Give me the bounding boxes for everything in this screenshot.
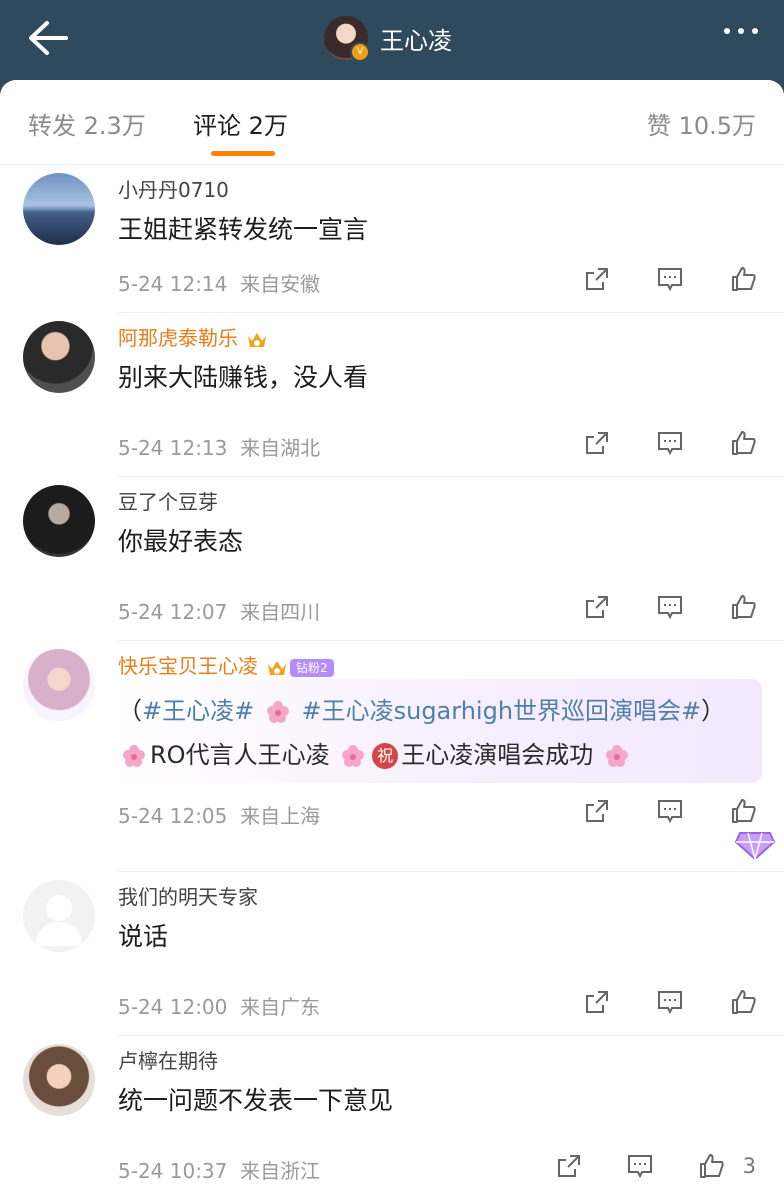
- comment-meta: 5-24 12:07 来自四川: [118, 600, 321, 624]
- gem-icon: [734, 832, 776, 861]
- comment-username[interactable]: 卢檸在期待: [118, 1045, 218, 1074]
- comment-actions: [584, 594, 756, 620]
- hashtag-link[interactable]: #王心凌sugarhigh世界巡回演唱会#: [302, 697, 702, 725]
- comment-text: 统一问题不发表一下意见: [118, 1086, 394, 1115]
- like-icon[interactable]: [730, 266, 756, 292]
- comment-icon[interactable]: [627, 1153, 653, 1179]
- fan-badge: 钻粉2: [290, 658, 334, 677]
- blossom-icon: [123, 745, 145, 767]
- repost-icon[interactable]: [584, 989, 610, 1015]
- like-icon[interactable]: [730, 430, 756, 456]
- avatar[interactable]: V: [324, 16, 370, 62]
- comment-meta: 5-24 12:14 来自安徽: [118, 272, 321, 296]
- repost-icon[interactable]: [584, 266, 610, 292]
- comment-username[interactable]: 阿那虎泰勒乐: [118, 322, 268, 351]
- comment-actions: [584, 430, 756, 456]
- like-icon[interactable]: [730, 798, 756, 824]
- comment-actions: [584, 266, 756, 292]
- repost-icon[interactable]: [584, 594, 610, 620]
- avatar[interactable]: [23, 880, 95, 952]
- avatar[interactable]: [23, 173, 95, 245]
- like-icon[interactable]: [730, 594, 756, 620]
- tab-reposts[interactable]: 转发 2.3万: [28, 106, 146, 141]
- back-arrow-icon[interactable]: [26, 18, 70, 58]
- comment-meta: 5-24 12:13 来自湖北: [118, 436, 321, 460]
- like-icon[interactable]: [730, 989, 756, 1015]
- tab-comments[interactable]: 评论 2万: [193, 106, 288, 141]
- comment-actions: [584, 798, 756, 824]
- hashtag-link[interactable]: #王心凌#: [142, 697, 254, 725]
- comment-panel: 转发 2.3万 评论 2万 赞 10.5万 小丹丹0710 王姐赶紧转发统一宣言…: [0, 80, 784, 1200]
- comment-icon[interactable]: [657, 989, 683, 1015]
- like-count: 3: [742, 1154, 756, 1178]
- comment-actions: [584, 989, 756, 1015]
- active-tab-indicator: [211, 151, 275, 156]
- blossom-icon: [605, 745, 628, 767]
- comment-text: （#王心凌# #王心凌sugarhigh世界巡回演唱会#） RO代言人王心凌 祝…: [118, 697, 726, 769]
- comment-text: 王姐赶紧转发统一宣言: [118, 215, 369, 244]
- comment-icon[interactable]: [657, 798, 683, 824]
- repost-icon[interactable]: [584, 798, 610, 824]
- avatar[interactable]: [23, 321, 95, 393]
- comment-meta: 5-24 10:37 来自浙江: [118, 1159, 321, 1183]
- top-bar: V 王心凌: [0, 0, 784, 80]
- profile-title[interactable]: V 王心凌: [324, 14, 452, 62]
- comment-item: 我们的明天专家 说话 5-24 12:00 来自广东: [23, 872, 784, 1036]
- repost-icon[interactable]: [556, 1153, 582, 1179]
- comment-actions: 3: [556, 1153, 756, 1179]
- comment-item: 豆了个豆芽 你最好表态 5-24 12:07 来自四川: [23, 477, 784, 641]
- comment-meta: 5-24 12:00 来自广东: [118, 995, 321, 1019]
- celebrate-icon: 祝: [372, 743, 399, 769]
- repost-icon[interactable]: [584, 430, 610, 456]
- crown-icon: [248, 332, 266, 347]
- avatar[interactable]: [23, 485, 95, 557]
- avatar[interactable]: [23, 649, 95, 721]
- comment-text: 你最好表态: [118, 527, 244, 556]
- blossom-icon: [342, 745, 365, 767]
- default-avatar-icon: [35, 895, 83, 946]
- like-icon[interactable]: [698, 1153, 724, 1179]
- comment-icon[interactable]: [657, 430, 683, 456]
- blossom-icon: [266, 701, 289, 723]
- comment-username[interactable]: 我们的明天专家: [118, 881, 258, 910]
- tab-likes[interactable]: 赞 10.5万: [647, 106, 756, 141]
- tab-bar: 转发 2.3万 评论 2万 赞 10.5万: [0, 80, 784, 165]
- avatar[interactable]: [23, 1044, 95, 1116]
- more-dots-icon[interactable]: [724, 28, 758, 34]
- comment-icon[interactable]: [657, 266, 683, 292]
- comment-text: 别来大陆赚钱，没人看: [118, 363, 369, 392]
- crown-icon: [268, 660, 286, 675]
- comment-meta: 5-24 12:05 来自上海: [118, 804, 321, 828]
- comment-text: 说话: [118, 922, 169, 951]
- comment-username[interactable]: 快乐宝贝王心凌 钻粉2: [118, 650, 334, 679]
- comment-username[interactable]: 小丹丹0710: [118, 174, 229, 203]
- comment-item: 快乐宝贝王心凌 钻粉2 （#王心凌# #王心凌sugarhigh世界巡回演唱会#）…: [23, 641, 784, 872]
- comment-item: 阿那虎泰勒乐 别来大陆赚钱，没人看 5-24 12:13 来自湖北: [23, 313, 784, 477]
- comment-item: 小丹丹0710 王姐赶紧转发统一宣言 5-24 12:14 来自安徽: [23, 165, 784, 313]
- comment-icon[interactable]: [657, 594, 683, 620]
- page-title: 王心凌: [380, 26, 452, 55]
- verified-badge: V: [350, 42, 370, 62]
- comment-username[interactable]: 豆了个豆芽: [118, 486, 218, 515]
- comment-item: 卢檸在期待 统一问题不发表一下意见 5-24 10:37 来自浙江 3: [23, 1036, 784, 1200]
